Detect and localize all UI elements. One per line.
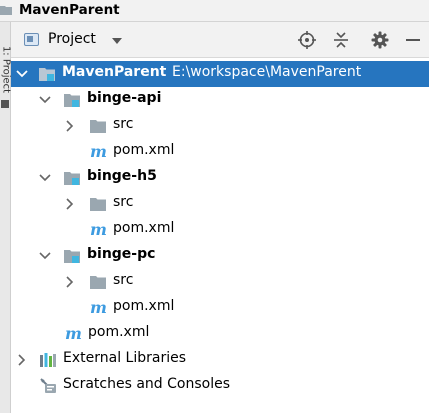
settings-button[interactable] <box>370 30 390 50</box>
file-name: pom.xml <box>113 142 175 158</box>
project-tree: MavenParent E:\workspace\MavenParent bin… <box>11 58 429 413</box>
module-name: binge-pc <box>87 246 156 262</box>
module-name: binge-api <box>87 90 162 106</box>
breadcrumb-project-name[interactable]: MavenParent <box>19 2 120 18</box>
expand-toggle[interactable] <box>64 113 78 139</box>
folder-name: src <box>113 194 134 210</box>
project-pane-icon <box>24 33 39 46</box>
module-name: binge-h5 <box>87 168 157 184</box>
expand-toggle[interactable] <box>64 269 78 295</box>
expand-toggle[interactable] <box>39 243 53 269</box>
collapse-all-icon <box>334 32 348 48</box>
folder-name: src <box>113 116 134 132</box>
maven-icon: m <box>90 220 107 239</box>
tree-node-root[interactable]: MavenParent E:\workspace\MavenParent <box>11 61 429 87</box>
collapse-all-button[interactable] <box>331 30 351 50</box>
locate-button[interactable] <box>297 30 317 50</box>
tree-node-folder[interactable]: src <box>11 113 429 139</box>
expand-toggle[interactable] <box>16 61 30 87</box>
tree-node-scratches[interactable]: Scratches and Consoles <box>11 373 429 399</box>
project-view-header: Project <box>11 22 429 58</box>
folder-icon <box>90 120 106 133</box>
folder-icon <box>90 198 106 211</box>
minimize-button[interactable] <box>403 30 423 50</box>
tree-node-folder[interactable]: src <box>11 269 429 295</box>
chevron-down-icon <box>16 70 28 78</box>
root-module-path: E:\workspace\MavenParent <box>172 64 362 80</box>
tool-window-strip: 1: Project <box>0 22 12 413</box>
maven-icon: m <box>90 298 107 317</box>
navigation-bar: MavenParent <box>0 0 429 22</box>
external-libraries-label: External Libraries <box>63 350 186 366</box>
expand-toggle[interactable] <box>16 347 30 373</box>
minimize-icon <box>406 39 420 41</box>
chevron-right-icon <box>66 276 74 288</box>
scratches-icon <box>40 378 56 393</box>
tree-node-file[interactable]: m pom.xml <box>11 139 429 165</box>
module-folder-icon <box>64 250 80 263</box>
project-tool-tab[interactable]: 1: Project <box>1 40 12 100</box>
expand-toggle[interactable] <box>39 165 53 191</box>
tree-node-file[interactable]: m pom.xml <box>11 217 429 243</box>
chevron-down-icon <box>39 174 51 182</box>
tool-tab-marker <box>1 100 9 108</box>
folder-name: src <box>113 272 134 288</box>
file-name: pom.xml <box>113 220 175 236</box>
maven-icon: m <box>90 142 107 161</box>
tree-node-external-libraries[interactable]: External Libraries <box>11 347 429 373</box>
scratches-label: Scratches and Consoles <box>63 376 230 392</box>
chevron-right-icon <box>66 198 74 210</box>
chevron-down-icon <box>39 252 51 260</box>
chevron-down-icon <box>39 96 51 104</box>
view-selector-label: Project <box>48 31 96 47</box>
maven-icon: m <box>65 324 82 343</box>
tree-node-module[interactable]: binge-api <box>11 87 429 113</box>
tree-node-module[interactable]: binge-h5 <box>11 165 429 191</box>
chevron-right-icon <box>18 354 26 366</box>
chevron-down-icon <box>112 38 122 44</box>
locate-icon <box>298 31 316 49</box>
file-name: pom.xml <box>88 324 150 340</box>
tree-node-file[interactable]: m pom.xml <box>11 295 429 321</box>
tree-node-module[interactable]: binge-pc <box>11 243 429 269</box>
module-folder-icon <box>64 94 80 107</box>
root-module-name: MavenParent <box>62 64 167 80</box>
file-name: pom.xml <box>113 298 175 314</box>
folder-icon <box>90 276 106 289</box>
module-folder-icon <box>39 68 55 81</box>
tree-node-file[interactable]: m pom.xml <box>11 321 429 347</box>
gear-icon <box>371 31 389 49</box>
folder-icon <box>0 6 12 15</box>
expand-toggle[interactable] <box>64 191 78 217</box>
module-folder-icon <box>64 172 80 185</box>
chevron-right-icon <box>66 120 74 132</box>
tree-node-folder[interactable]: src <box>11 191 429 217</box>
expand-toggle[interactable] <box>39 87 53 113</box>
library-icon <box>40 353 56 367</box>
